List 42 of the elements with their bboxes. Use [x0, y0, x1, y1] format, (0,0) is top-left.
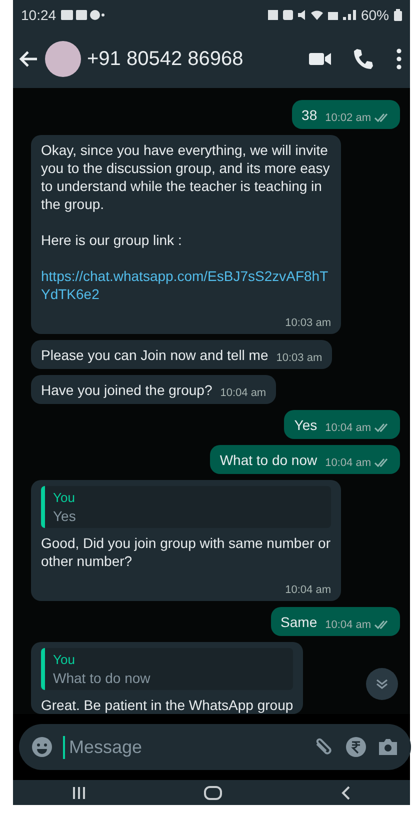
message-time: 10:04 am — [325, 456, 371, 471]
message-time: 10:04 am — [285, 583, 331, 598]
group-link[interactable]: https://chat.whatsapp.com/EsBJ7sS2zvAF8hTYdTK6e2 — [41, 267, 331, 303]
back-icon[interactable] — [340, 786, 351, 800]
contact-avatar[interactable] — [45, 41, 81, 77]
message-time: 10:03 am — [276, 351, 322, 366]
quote-text: Yes — [53, 507, 77, 525]
message-text: Same — [280, 613, 318, 631]
message-text: 38 — [302, 106, 318, 124]
wifi-icon — [310, 9, 323, 21]
notification-icons — [61, 9, 106, 21]
message-text: Please you can Join now and tell me — [41, 346, 268, 364]
status-time: 10:24 — [21, 7, 56, 23]
message-text: What to do now — [220, 451, 318, 469]
signal-icon — [342, 9, 356, 21]
camera-icon[interactable] — [377, 737, 399, 757]
message-composer[interactable]: Message — [19, 724, 411, 770]
battery-percentage: 60% — [360, 7, 389, 23]
message-text: Yes — [294, 416, 318, 434]
message-time: 10:04 am — [325, 618, 371, 633]
scroll-down-button[interactable] — [366, 668, 398, 700]
message-time: 10:04 am — [220, 386, 266, 401]
message-text: Good, Did you join group with same number or other number? — [41, 534, 331, 570]
message-text: Here is our group link : — [41, 232, 182, 248]
mute-icon — [298, 9, 306, 21]
quote-author: You — [53, 651, 76, 669]
emoji-icon[interactable] — [31, 736, 53, 758]
menu-icon[interactable] — [396, 47, 402, 71]
message-time: 10:04 am — [325, 421, 371, 436]
home-icon[interactable] — [204, 786, 222, 800]
rupee-icon[interactable] — [345, 736, 367, 758]
quote-author: You — [53, 489, 76, 507]
recent-apps-icon[interactable] — [72, 786, 86, 800]
phone-icon[interactable] — [352, 47, 376, 71]
message-text: Great. Be patient in the WhatsApp group — [41, 696, 294, 714]
message-time: 10:03 am — [285, 316, 331, 331]
message-text: Have you joined the group? — [41, 381, 212, 399]
quote-text: What to do now — [53, 669, 152, 687]
battery-icon — [394, 9, 402, 21]
message-text: Okay, since you have everything, we will invite you to the discussion group, and its more easy to understand while the teacher is teaching in the group. — [41, 142, 330, 212]
message-time: 10:02 am — [325, 111, 371, 126]
chevrons-down-icon — [376, 679, 388, 689]
